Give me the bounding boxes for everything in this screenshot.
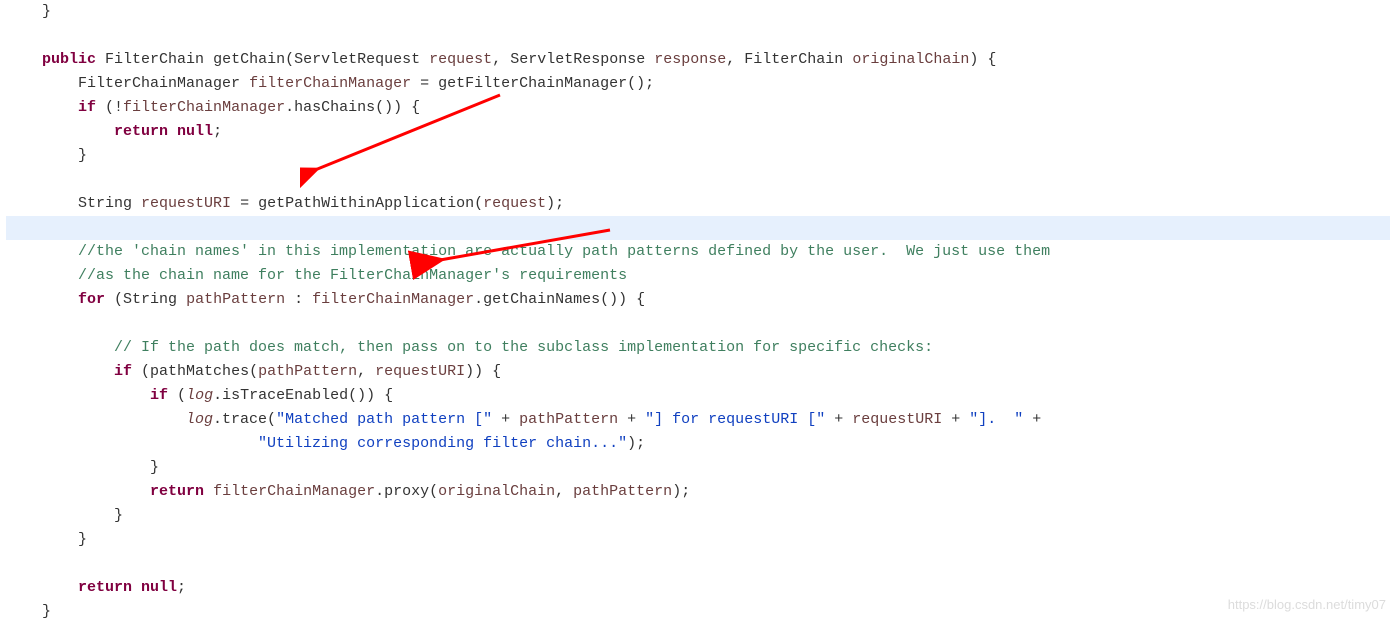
code-line[interactable]: return null; [6,576,1390,600]
type-ServletRequest: ServletRequest [294,51,420,68]
code-line[interactable]: public FilterChain getChain(ServletReque… [6,48,1390,72]
param-request: request [429,51,492,68]
code-line[interactable]: return null; [6,120,1390,144]
var-requestURI: requestURI [852,411,942,428]
var-requestURI: requestURI [375,363,465,380]
code-line[interactable]: log.trace("Matched path pattern [" + pat… [6,408,1390,432]
code-editor-viewport[interactable]: } public FilterChain getChain(ServletReq… [0,0,1396,624]
code-line[interactable]: String requestURI = getPathWithinApplica… [6,192,1390,216]
var-filterChainManager: filterChainManager [312,291,474,308]
keyword-return: return [150,483,204,500]
comment: //the 'chain names' in this implementati… [78,243,1050,260]
code-line[interactable]: } [6,456,1390,480]
code-line[interactable]: } [6,528,1390,552]
keyword-if: if [78,99,96,116]
string-literal: "Matched path pattern [" [276,411,492,428]
var-pathPattern: pathPattern [573,483,672,500]
code-line[interactable]: if (log.isTraceEnabled()) { [6,384,1390,408]
code-line[interactable]: "Utilizing corresponding filter chain...… [6,432,1390,456]
param-originalChain: originalChain [438,483,555,500]
type-String: String [78,195,132,212]
keyword-if: if [114,363,132,380]
var-log: log [186,411,213,428]
var-filterChainManager: filterChainManager [123,99,285,116]
keyword-return: return null [78,579,177,596]
string-literal: "Utilizing corresponding filter chain...… [258,435,627,452]
type-FilterChain: FilterChain [744,51,843,68]
code-line[interactable]: for (String pathPattern : filterChainMan… [6,288,1390,312]
code-line[interactable] [6,552,1390,576]
keyword-public: public [42,51,96,68]
string-literal: "] for requestURI [" [645,411,825,428]
code-line[interactable]: } [6,144,1390,168]
var-pathPattern: pathPattern [186,291,285,308]
var-pathPattern: pathPattern [258,363,357,380]
var-pathPattern: pathPattern [519,411,618,428]
code-line[interactable] [6,168,1390,192]
code-line[interactable]: if (pathMatches(pathPattern, requestURI)… [6,360,1390,384]
param-response: response [654,51,726,68]
param-originalChain: originalChain [852,51,969,68]
string-literal: "]. " [969,411,1023,428]
type-ServletResponse: ServletResponse [510,51,645,68]
code-line[interactable]: return filterChainManager.proxy(original… [6,480,1390,504]
var-filterChainManager: filterChainManager [249,75,411,92]
keyword-for: for [78,291,105,308]
code-line[interactable]: // If the path does match, then pass on … [6,336,1390,360]
code-line[interactable]: if (!filterChainManager.hasChains()) { [6,96,1390,120]
code-line[interactable]: //as the chain name for the FilterChainM… [6,264,1390,288]
code-line[interactable]: } [6,600,1390,624]
type-FilterChain: FilterChain [105,51,204,68]
var-log: log [186,387,213,404]
keyword-return: return null [114,123,213,140]
var-requestURI: requestURI [141,195,231,212]
code-line[interactable]: } [6,504,1390,528]
code-line[interactable] [6,24,1390,48]
watermark: https://blog.csdn.net/timy07 [1228,593,1386,617]
type-String: String [123,291,177,308]
highlighted-line[interactable] [6,216,1390,240]
code-line[interactable]: //the 'chain names' in this implementati… [6,240,1390,264]
comment: // If the path does match, then pass on … [114,339,933,356]
comment: //as the chain name for the FilterChainM… [78,267,627,284]
keyword-if: if [150,387,168,404]
var-filterChainManager: filterChainManager [213,483,375,500]
code-line[interactable]: FilterChainManager filterChainManager = … [6,72,1390,96]
method-getChain: getChain [213,51,285,68]
type-FilterChainManager: FilterChainManager [78,75,240,92]
param-request: request [483,195,546,212]
code-line[interactable]: } [6,0,1390,24]
code-line[interactable] [6,312,1390,336]
